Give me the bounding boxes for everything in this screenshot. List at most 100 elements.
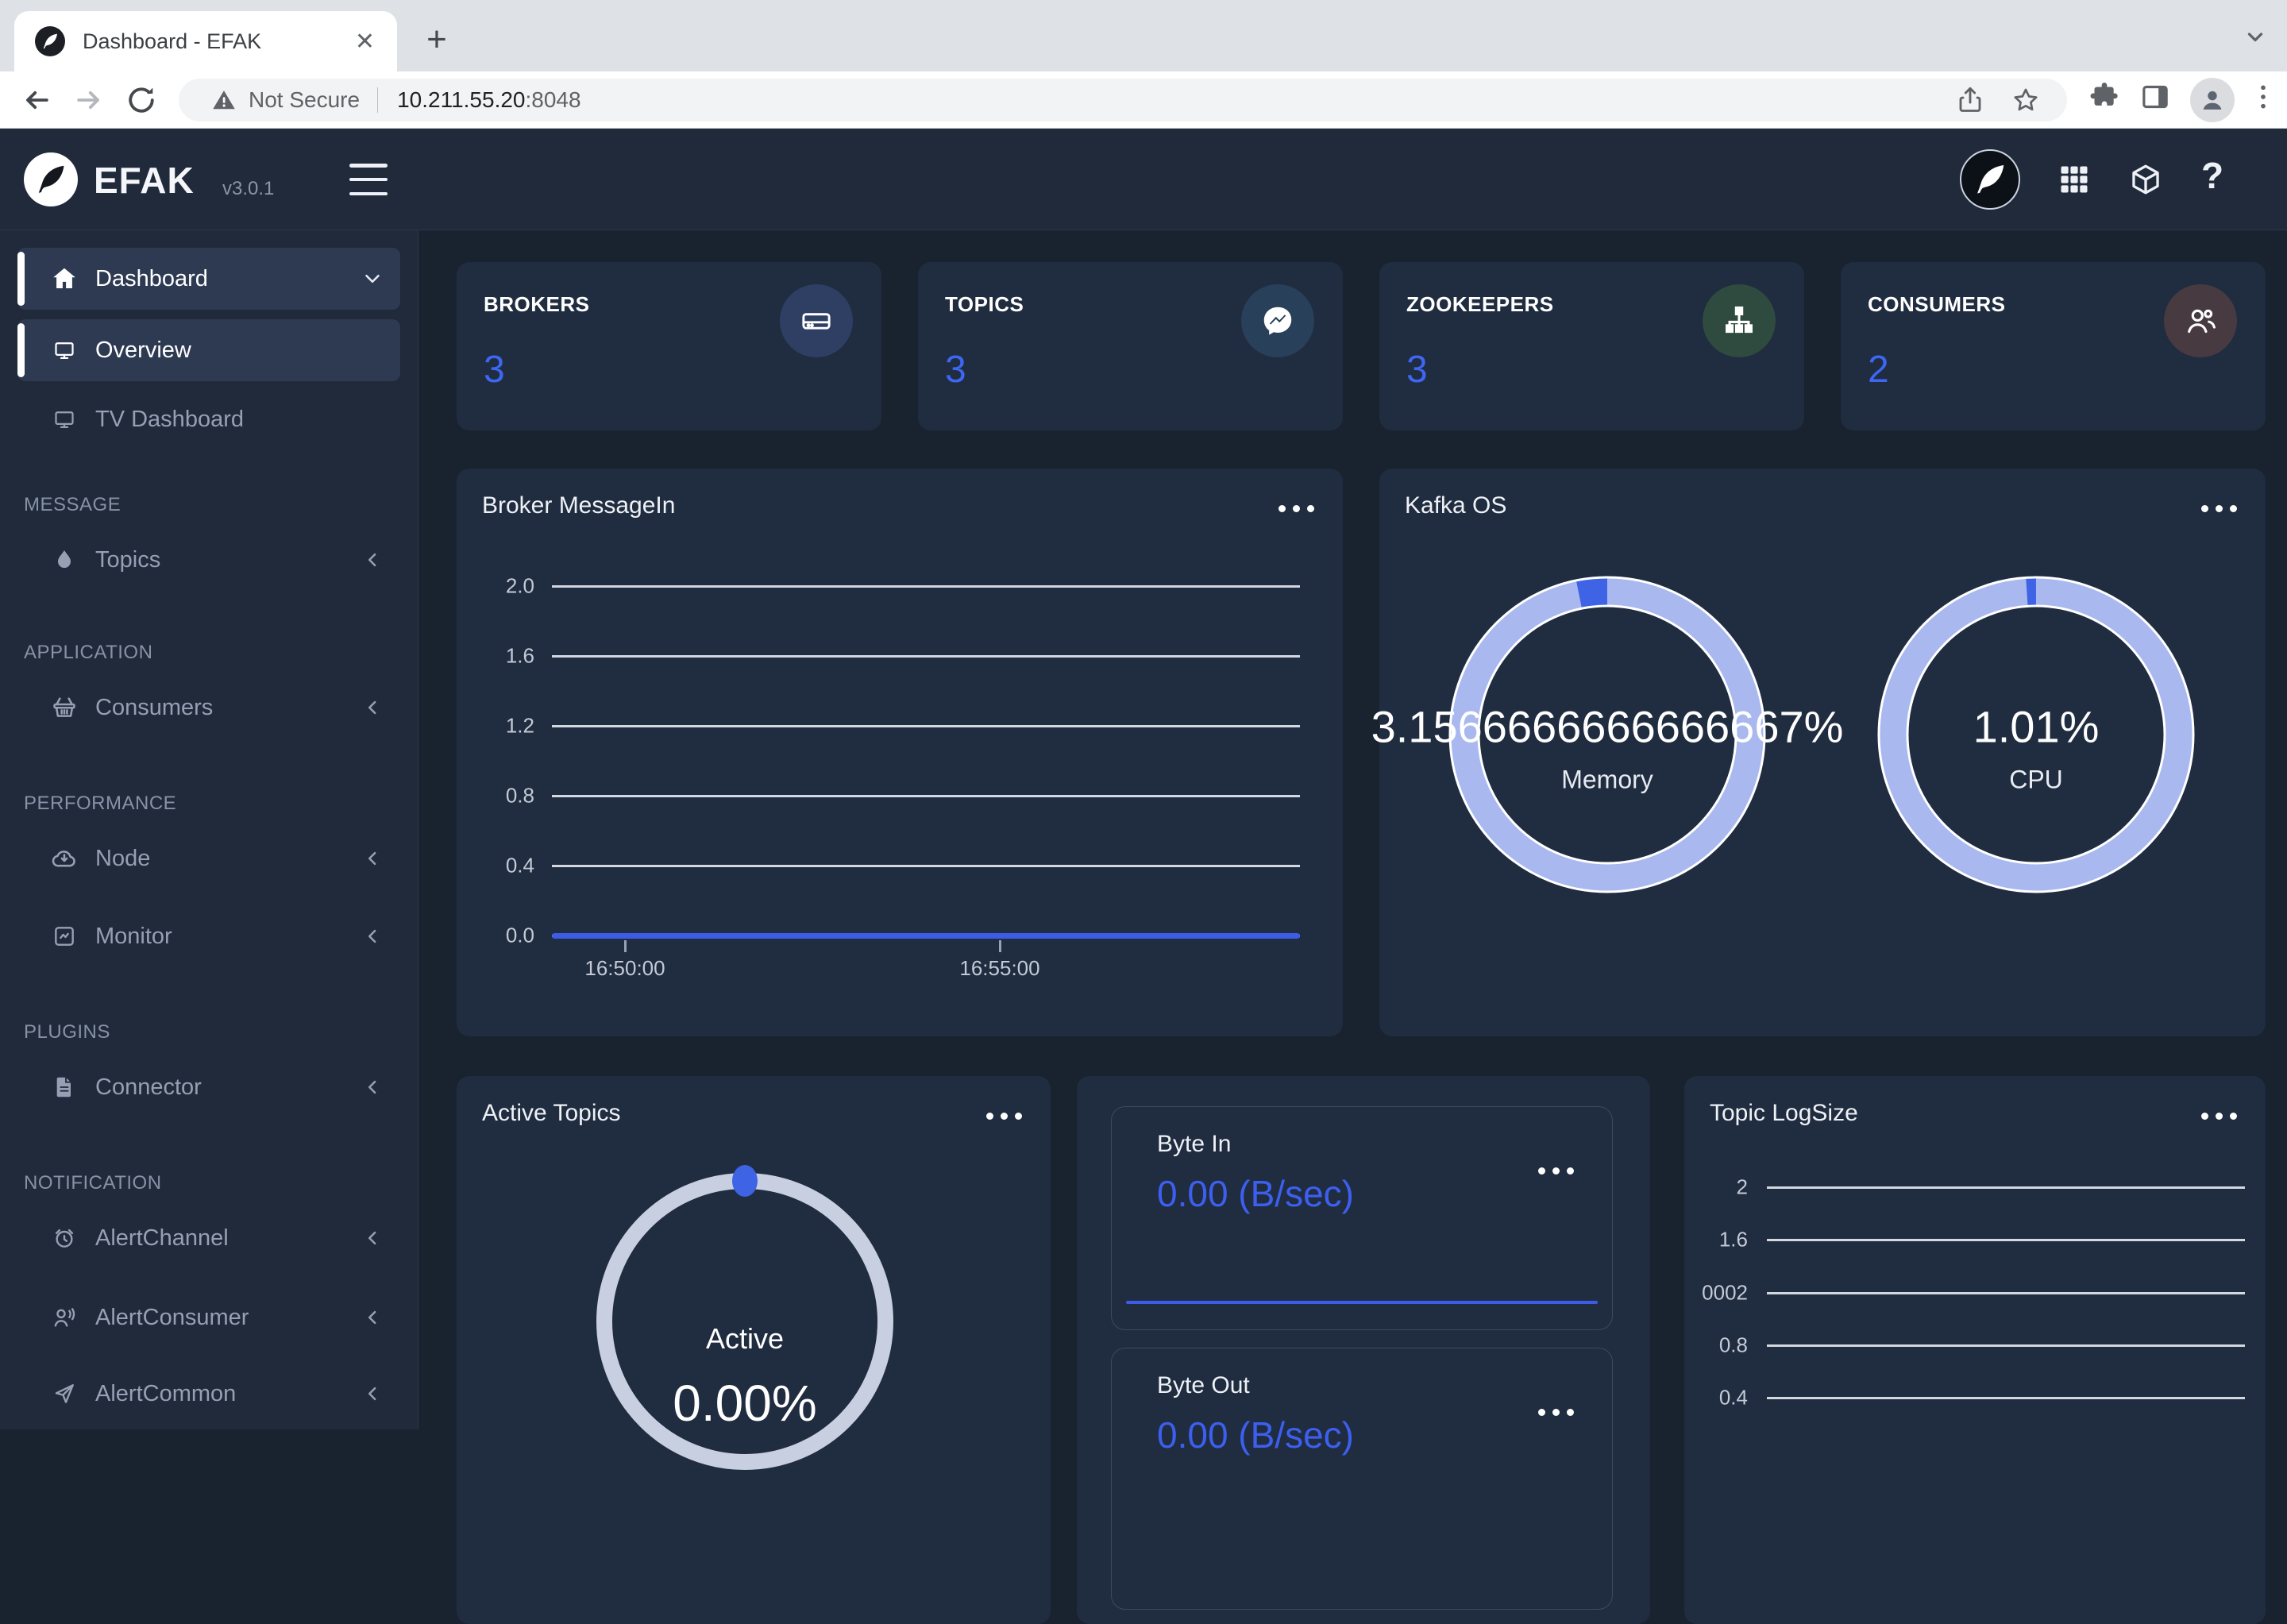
cpu-percent-value: 1.01%: [1973, 701, 2100, 753]
panel-title: Topic LogSize: [1710, 1100, 1858, 1127]
chevron-left-icon: [361, 1306, 384, 1329]
side-panel-icon[interactable]: [2139, 81, 2171, 113]
gridline: [552, 725, 1300, 727]
version-label: v3.0.1: [222, 178, 274, 200]
sidebar-item-tv-dashboard[interactable]: TV Dashboard: [17, 391, 400, 448]
sidebar-item-monitor[interactable]: Monitor: [17, 905, 400, 967]
cpu-label: CPU: [2009, 766, 2063, 795]
x-tick-mark: [999, 940, 1001, 952]
section-title-performance: PERFORMANCE: [24, 793, 418, 815]
gridline: [1767, 1344, 2245, 1347]
tab-list-chevron-icon[interactable]: [2241, 22, 2270, 51]
forward-icon[interactable]: [71, 83, 106, 118]
gridline: [552, 655, 1300, 658]
back-icon[interactable]: [19, 83, 54, 118]
panel-menu-icon[interactable]: [1538, 1167, 1574, 1175]
stat-card-brokers: BROKERS 3: [457, 262, 881, 430]
panel-menu-icon[interactable]: [986, 1113, 1022, 1120]
byte-in-sparkline: [1126, 1301, 1598, 1304]
chevron-left-icon: [361, 1075, 384, 1099]
broker-messagein-panel: Broker MessageIn 2.0 1.6 1.2 0.8 0.4 0.0…: [457, 469, 1343, 1036]
browser-profile-avatar[interactable]: [2190, 78, 2235, 122]
extensions-puzzle-icon[interactable]: [2088, 81, 2120, 113]
sidebar-item-label: Connector: [95, 1074, 202, 1101]
stat-value: 3: [1406, 348, 1428, 392]
browser-menu-dots-icon[interactable]: [2247, 81, 2279, 113]
basket-icon: [49, 692, 79, 723]
y-tick: 0.4: [477, 854, 534, 878]
url-host: 10.211.55.20: [397, 87, 525, 112]
y-tick: 0.4: [1687, 1386, 1748, 1410]
messenger-icon: [1241, 284, 1314, 357]
sidebar-item-topics[interactable]: Topics: [17, 529, 400, 591]
sidebar-item-node[interactable]: Node: [17, 827, 400, 889]
sidebar-item-alertchannel[interactable]: AlertChannel: [17, 1207, 400, 1269]
security-label[interactable]: Not Secure: [249, 87, 360, 113]
new-tab-button[interactable]: +: [415, 17, 459, 62]
gridline: [1767, 1186, 2245, 1189]
sidebar-item-alertconsumer[interactable]: AlertConsumer: [17, 1286, 400, 1348]
sidebar-item-dashboard[interactable]: Dashboard: [17, 248, 400, 310]
byte-in-value: 0.00 (B/sec): [1157, 1172, 1354, 1215]
y-tick: 1.6: [477, 644, 534, 669]
panel-menu-icon[interactable]: [2201, 1113, 2237, 1120]
panel-title: Broker MessageIn: [482, 492, 675, 519]
byte-out-value: 0.00 (B/sec): [1157, 1414, 1354, 1456]
panel-menu-icon[interactable]: [2201, 505, 2237, 512]
sidebar-item-label: AlertCommon: [95, 1381, 236, 1407]
byte-panels-container: Byte In 0.00 (B/sec) Byte Out 0.00 (B/se…: [1077, 1076, 1650, 1624]
tv-icon: [49, 404, 79, 434]
panel-menu-icon[interactable]: [1278, 505, 1314, 512]
sidebar-item-label: Monitor: [95, 924, 172, 950]
help-icon[interactable]: ?: [2201, 154, 2223, 197]
x-tick-label: 16:50:00: [584, 956, 665, 981]
monitor-icon: [49, 335, 79, 365]
main-content: BROKERS 3 TOPICS 3 ZOOKEEPERS 3 CONSUMER…: [419, 230, 2287, 1429]
active-label: Active: [706, 1322, 784, 1356]
gridline: [552, 865, 1300, 867]
user-avatar[interactable]: [1960, 149, 2020, 210]
share-icon[interactable]: [1956, 86, 1984, 114]
panel-menu-icon[interactable]: [1538, 1409, 1574, 1416]
alarm-clock-icon: [49, 1223, 79, 1253]
bookmark-star-icon[interactable]: [2011, 86, 2040, 114]
y-tick: 0.8: [1687, 1333, 1748, 1358]
chart-square-icon: [49, 921, 79, 951]
stat-card-zookeepers: ZOOKEEPERS 3: [1379, 262, 1804, 430]
chevron-left-icon: [361, 847, 384, 870]
sidebar-item-label: AlertChannel: [95, 1225, 229, 1252]
app-header: EFAK v3.0.1 ?: [0, 129, 2287, 230]
sidebar-item-label: TV Dashboard: [95, 407, 244, 433]
section-title-notification: NOTIFICATION: [24, 1172, 418, 1194]
stat-label: CONSUMERS: [1868, 292, 2006, 317]
reload-icon[interactable]: [124, 83, 159, 118]
sidebar-toggle-hamburger-icon[interactable]: [349, 164, 388, 195]
memory-percent-value: 3.1566666666666667%: [1371, 701, 1844, 753]
efak-logo[interactable]: [24, 152, 78, 206]
person-sound-icon: [49, 1302, 79, 1333]
byte-in-title: Byte In: [1157, 1131, 1231, 1158]
chevron-left-icon: [361, 1382, 384, 1406]
byte-out-card: Byte Out 0.00 (B/sec): [1111, 1348, 1613, 1610]
apps-grid-icon[interactable]: [2057, 162, 2092, 197]
stat-value: 3: [945, 348, 966, 392]
chevron-down-icon: [361, 267, 384, 291]
file-icon: [49, 1072, 79, 1102]
sidebar-item-label: AlertConsumer: [95, 1305, 249, 1331]
sitemap-icon: [1703, 284, 1776, 357]
brand-name: EFAK: [94, 159, 195, 202]
address-bar[interactable]: Not Secure 10.211.55.20:8048: [179, 79, 2067, 122]
stat-card-topics: TOPICS 3: [918, 262, 1343, 430]
url-port: :8048: [526, 87, 581, 112]
sidebar-item-alertcommon[interactable]: AlertCommon: [17, 1363, 400, 1425]
chevron-left-icon: [361, 696, 384, 719]
cube-icon[interactable]: [2128, 162, 2163, 197]
sidebar-item-label: Overview: [95, 338, 191, 364]
gridline: [552, 585, 1300, 588]
sidebar-item-overview[interactable]: Overview: [17, 319, 400, 381]
sidebar-item-consumers[interactable]: Consumers: [17, 677, 400, 739]
browser-tab[interactable]: Dashboard - EFAK ✕: [14, 11, 397, 71]
url-text[interactable]: 10.211.55.20:8048: [397, 87, 581, 113]
tab-close-icon[interactable]: ✕: [355, 28, 375, 56]
sidebar-item-connector[interactable]: Connector: [17, 1056, 400, 1118]
